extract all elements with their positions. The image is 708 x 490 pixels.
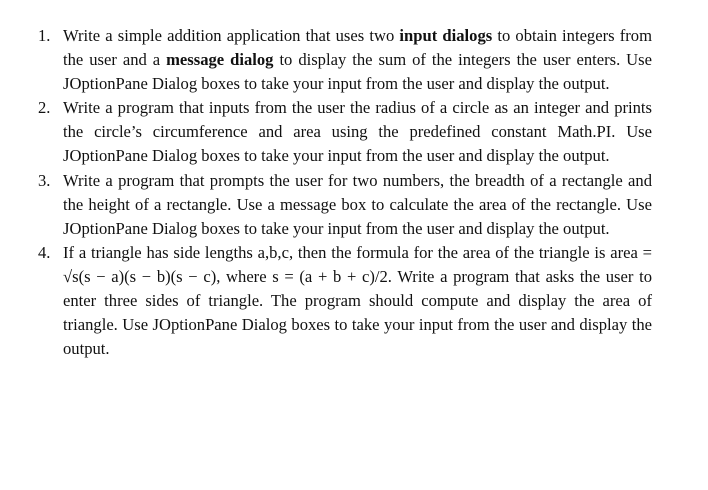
list-item: 3. Write a program that prompts the user… [38, 169, 652, 241]
list-item: 1. Write a simple addition application t… [38, 24, 652, 96]
item-text: If a triangle has side lengths a,b,c, th… [63, 242, 652, 359]
item-number: 2. [38, 98, 51, 118]
exercise-list: 1. Write a simple addition application t… [38, 24, 652, 361]
item-text: Write a program that inputs from the use… [63, 98, 652, 166]
document-page: 1. Write a simple addition application t… [0, 0, 708, 490]
list-item: 4. If a triangle has side lengths a,b,c,… [38, 241, 652, 361]
item-number: 1. [38, 26, 51, 45]
item-text: Write a simple addition application that… [63, 24, 652, 96]
bold-term-input-dialogs: input dialogs [399, 26, 493, 45]
item-number: 3. [38, 170, 51, 190]
item-number: 4. [38, 242, 51, 262]
bold-term-message-dialog: message dialog [166, 50, 274, 70]
item-text-part: Write a simple addition application that… [63, 26, 400, 45]
list-item: 2. Write a program that inputs from the … [38, 96, 652, 168]
item-text: Write a program that prompts the user fo… [63, 170, 652, 238]
